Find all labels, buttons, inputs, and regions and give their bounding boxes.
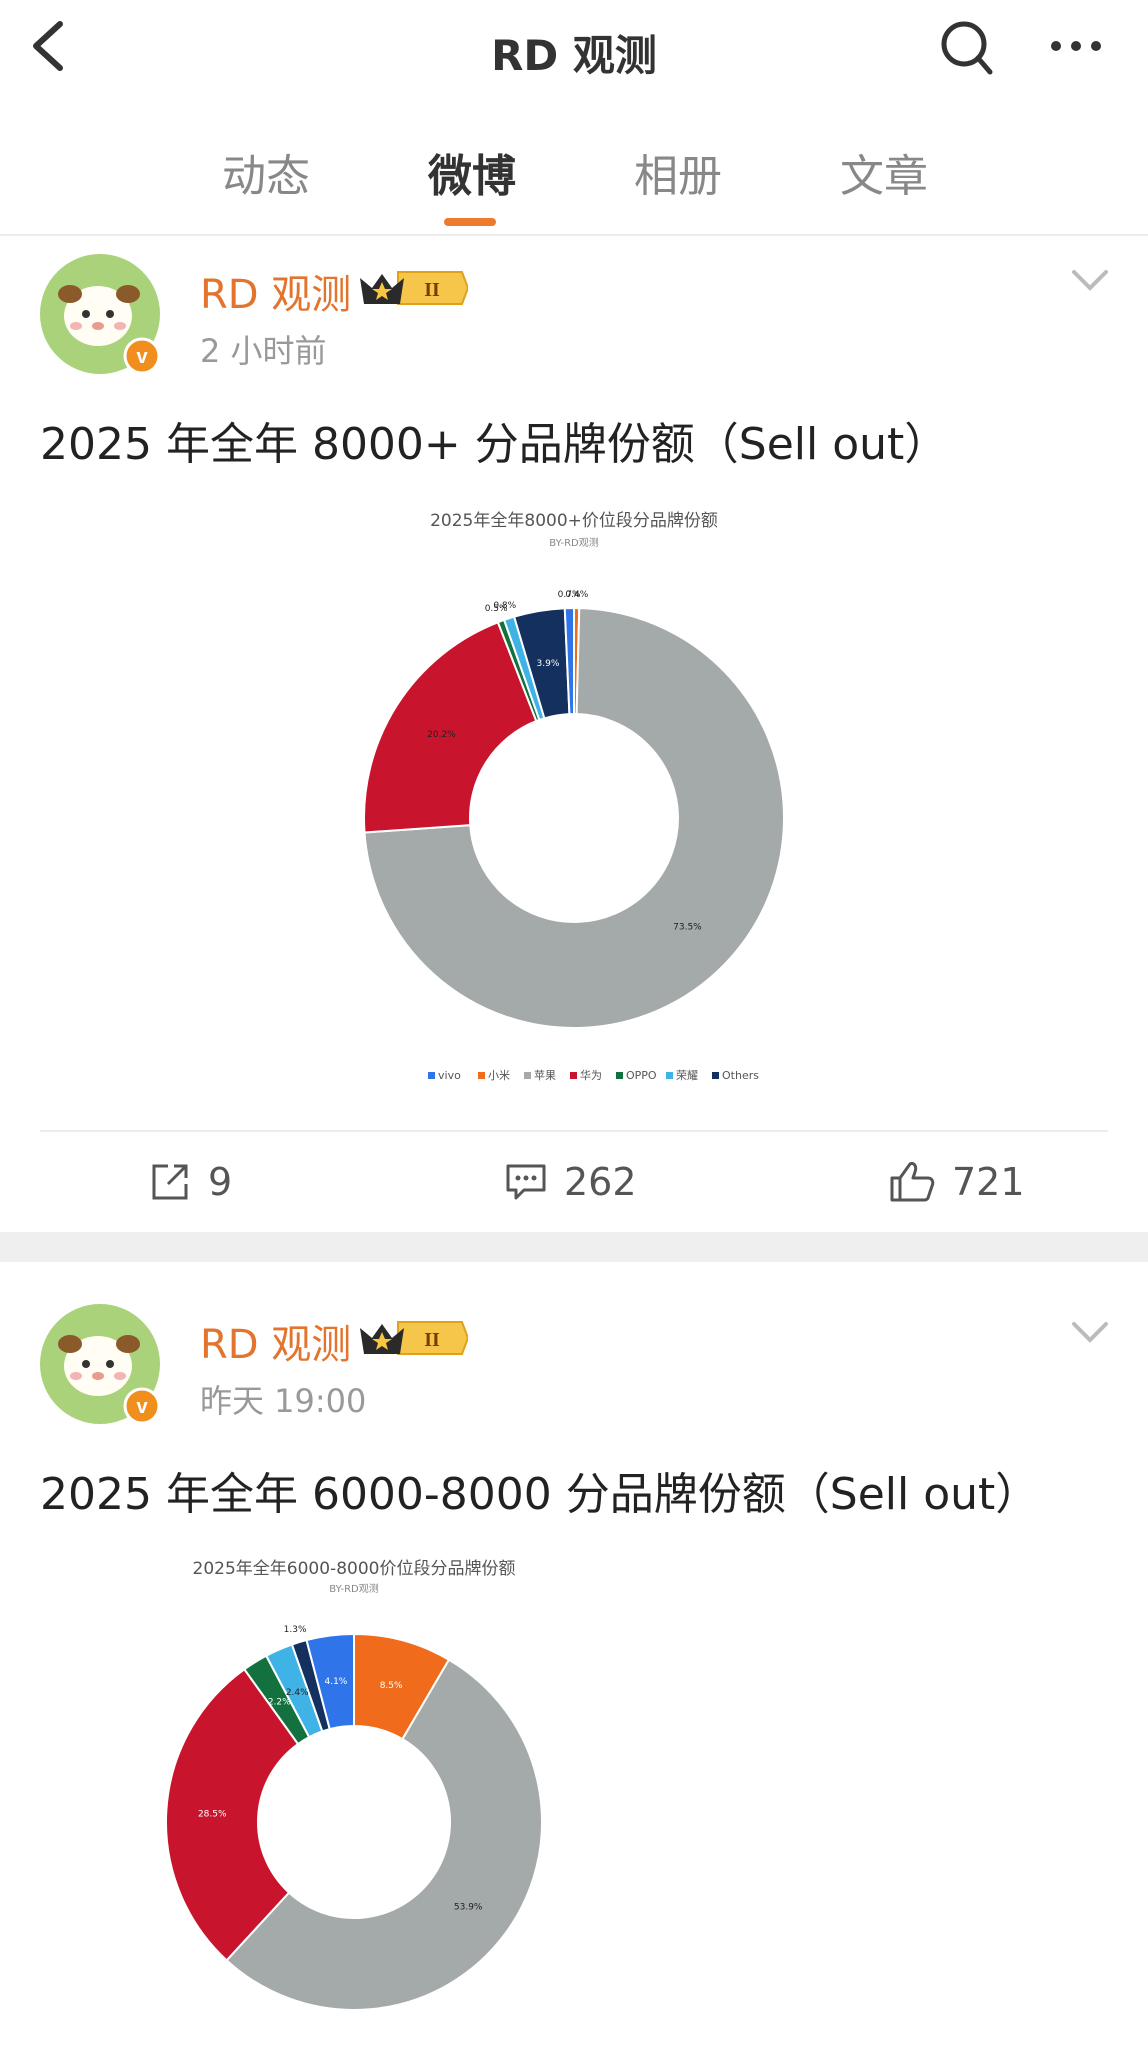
post-time: 昨天 19:00	[200, 1382, 367, 1420]
post-menu-button[interactable]	[1070, 1320, 1110, 1346]
divider	[40, 1130, 1108, 1132]
chart-legend: vivo 小米 苹果 华为 OPPO 荣耀 Others	[428, 1068, 759, 1082]
legend-item-others: Others	[722, 1069, 759, 1082]
legend-swatch-huawei	[570, 1072, 577, 1079]
chart-title: 2025年全年8000+价位段分品牌份额	[430, 511, 718, 531]
slice-label-honor: 2.4%	[286, 1688, 309, 1698]
search-button[interactable]	[938, 16, 998, 80]
post-text: 2025 年全年 6000-8000 分品牌份额（Sell out）	[40, 1469, 1040, 1520]
legend-swatch-xiaomi	[478, 1072, 485, 1079]
repost-count: 9	[208, 1160, 233, 1204]
legend-swatch-others	[712, 1072, 719, 1079]
chevron-down-icon	[1072, 1322, 1108, 1343]
crown-icon: II	[360, 271, 470, 305]
avatar-image: v	[40, 254, 161, 375]
avatar[interactable]: v	[40, 1304, 162, 1426]
comment-count: 262	[564, 1160, 637, 1204]
tab-album[interactable]: 相册	[634, 140, 722, 204]
slice-label-others: 1.3%	[284, 1625, 307, 1635]
legend-swatch-apple	[524, 1072, 531, 1079]
more-button[interactable]	[1046, 24, 1106, 68]
chart-image-6000-8000[interactable]: 2025年全年6000-8000价位段分品牌份额 BY-RD观测 8.5% 53.…	[0, 1540, 1148, 2048]
thumbs-up-icon	[890, 1162, 935, 1202]
svg-text:v: v	[136, 1396, 148, 1418]
slice-label-oppo: 2.2%	[268, 1697, 291, 1707]
slice-label-apple: 53.9%	[454, 1902, 483, 1912]
legend-item-honor: 荣耀	[676, 1069, 698, 1082]
author-name[interactable]: RD 观测	[200, 1312, 351, 1370]
like-button[interactable]: 721	[888, 1150, 1025, 1214]
post-text: 2025 年全年 8000+ 分品牌份额（Sell out）	[40, 419, 949, 470]
section-gap	[0, 1232, 1148, 1262]
tab-articles[interactable]: 文章	[840, 140, 928, 204]
svg-text:II: II	[424, 279, 440, 301]
vip-crown-badge: II	[358, 1316, 470, 1360]
chart-subtitle: BY-RD观测	[549, 536, 599, 549]
tab-weibo[interactable]: 微博	[428, 140, 516, 204]
more-dots-icon	[1051, 41, 1101, 51]
chevron-down-icon	[1072, 270, 1108, 291]
vip-crown-badge: II	[358, 266, 470, 310]
comment-icon	[506, 1164, 546, 1200]
chart-title: 2025年全年6000-8000价位段分品牌份额	[193, 1559, 516, 1579]
repost-icon	[152, 1164, 188, 1200]
repost-button[interactable]: 9	[148, 1150, 232, 1214]
slice-label-vivo: 0.7%	[558, 590, 581, 600]
profile-tabs: 动态 微博 相册 文章	[0, 140, 1148, 230]
divider	[0, 234, 1148, 236]
top-bar: RD 观测	[0, 0, 1148, 96]
post-menu-button[interactable]	[1070, 268, 1110, 294]
like-count: 721	[952, 1160, 1025, 1204]
legend-item-vivo: vivo	[438, 1069, 461, 1082]
avatar[interactable]: v	[40, 254, 162, 376]
legend-swatch-oppo	[616, 1072, 623, 1079]
slice-label-apple: 73.5%	[673, 923, 702, 933]
legend-item-apple: 苹果	[534, 1068, 556, 1082]
chart-image-8000plus[interactable]: 2025年全年8000+价位段分品牌份额 BY-RD观测 0.4%73.5%20…	[0, 480, 1148, 1120]
donut-slices	[363, 606, 785, 1029]
slice-label-others: 3.9%	[537, 659, 560, 669]
donut-slices	[165, 1632, 543, 2011]
slice-label-vivo: 4.1%	[324, 1677, 347, 1687]
comment-button[interactable]: 262	[504, 1150, 637, 1214]
legend-item-xiaomi: 小米	[488, 1069, 510, 1082]
crown-icon: II	[360, 1321, 470, 1355]
legend-item-huawei: 华为	[580, 1068, 602, 1082]
slice-label-huawei: 28.5%	[198, 1809, 227, 1819]
tab-dynamic[interactable]: 动态	[222, 140, 310, 204]
author-name[interactable]: RD 观测	[200, 262, 351, 320]
legend-swatch-honor	[666, 1072, 673, 1079]
slice-label-honor: 0.8%	[493, 601, 516, 611]
legend-item-oppo: OPPO	[626, 1069, 657, 1082]
search-icon	[941, 21, 993, 75]
legend-swatch-vivo	[428, 1072, 435, 1079]
avatar-image: v	[40, 1304, 161, 1425]
slice-label-huawei: 20.2%	[427, 730, 456, 740]
active-tab-indicator	[444, 218, 496, 226]
svg-text:II: II	[424, 1329, 440, 1351]
svg-text:v: v	[136, 346, 148, 368]
post-time: 2 小时前	[200, 332, 327, 370]
chart-subtitle: BY-RD观测	[329, 1582, 379, 1595]
slice-label-xiaomi: 8.5%	[380, 1681, 403, 1691]
